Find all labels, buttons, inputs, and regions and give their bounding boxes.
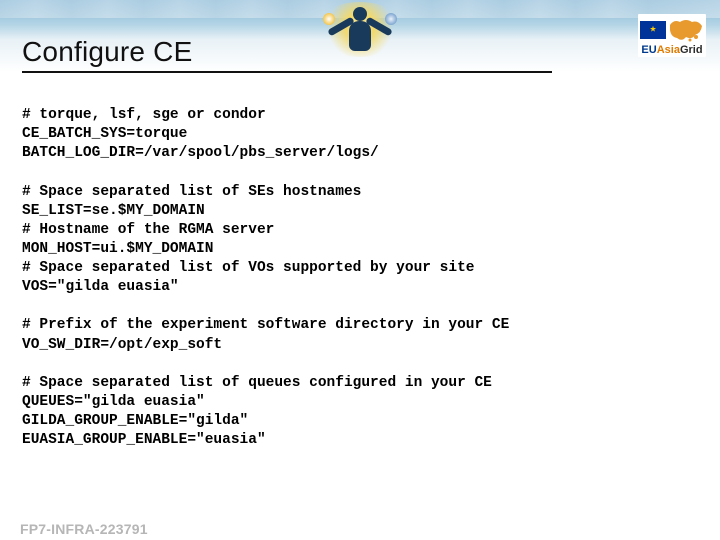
asia-map-icon: [668, 17, 704, 43]
config-block-4: # Space separated list of queues configu…: [22, 375, 492, 448]
config-content: # torque, lsf, sge or condor CE_BATCH_SY…: [22, 106, 698, 450]
slide-banner: EUAsiaGrid Configure CE: [0, 0, 720, 72]
config-block-2: # Space separated list of SEs hostnames …: [22, 184, 474, 296]
config-block-3: # Prefix of the experiment software dire…: [22, 317, 509, 352]
footer-text: FP7-INFRA-223791: [20, 521, 148, 537]
page-title: Configure CE: [22, 36, 552, 68]
euasiagrid-logo: EUAsiaGrid: [638, 14, 706, 57]
title-bar: Configure CE: [22, 36, 552, 73]
config-block-1: # torque, lsf, sge or condor CE_BATCH_SY…: [22, 107, 379, 161]
logo-text: EUAsiaGrid: [641, 44, 702, 56]
eu-flag-icon: [640, 21, 666, 39]
